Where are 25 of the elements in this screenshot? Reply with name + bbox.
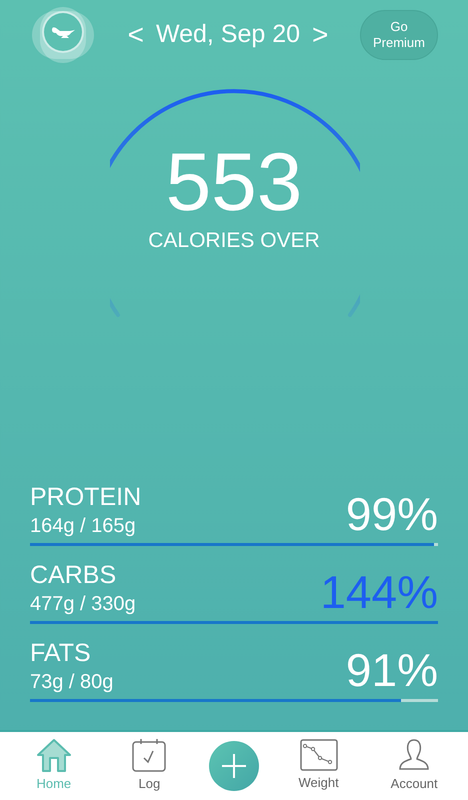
logo-icon[interactable] <box>30 7 96 63</box>
next-day-button[interactable]: > <box>312 14 328 56</box>
macro-name: CARBS <box>30 560 118 590</box>
macro-percent: 144% <box>320 566 438 618</box>
macro-amounts: 164g / 165g <box>30 514 137 539</box>
calendar-check-icon <box>132 738 166 772</box>
person-icon <box>398 738 430 772</box>
macro-amounts: 477g / 330g <box>30 592 136 617</box>
calorie-value: 553 <box>166 138 302 228</box>
plus-icon <box>220 753 247 779</box>
home-icon <box>36 738 72 772</box>
nav-tab[interactable]: Log <box>113 738 186 794</box>
macro-percent: 99% <box>346 488 438 540</box>
nav-tab[interactable]: Weight <box>282 739 355 793</box>
macro-percent: 91% <box>346 644 438 696</box>
weight-chart-icon <box>300 739 338 772</box>
macro-name: FATS <box>30 638 92 668</box>
previous-day-button[interactable]: < <box>128 14 144 56</box>
macro-amounts: 73g / 80g <box>30 670 114 695</box>
go-premium-button[interactable]: Go Premium <box>360 10 438 60</box>
calorie-label: CALORIES OVER <box>148 228 320 254</box>
date-title: Wed, Sep 20 <box>156 19 300 50</box>
nav-tab[interactable]: Account <box>378 738 450 794</box>
nav-tab[interactable]: Home <box>18 738 90 794</box>
macro-name: PROTEIN <box>30 482 142 512</box>
